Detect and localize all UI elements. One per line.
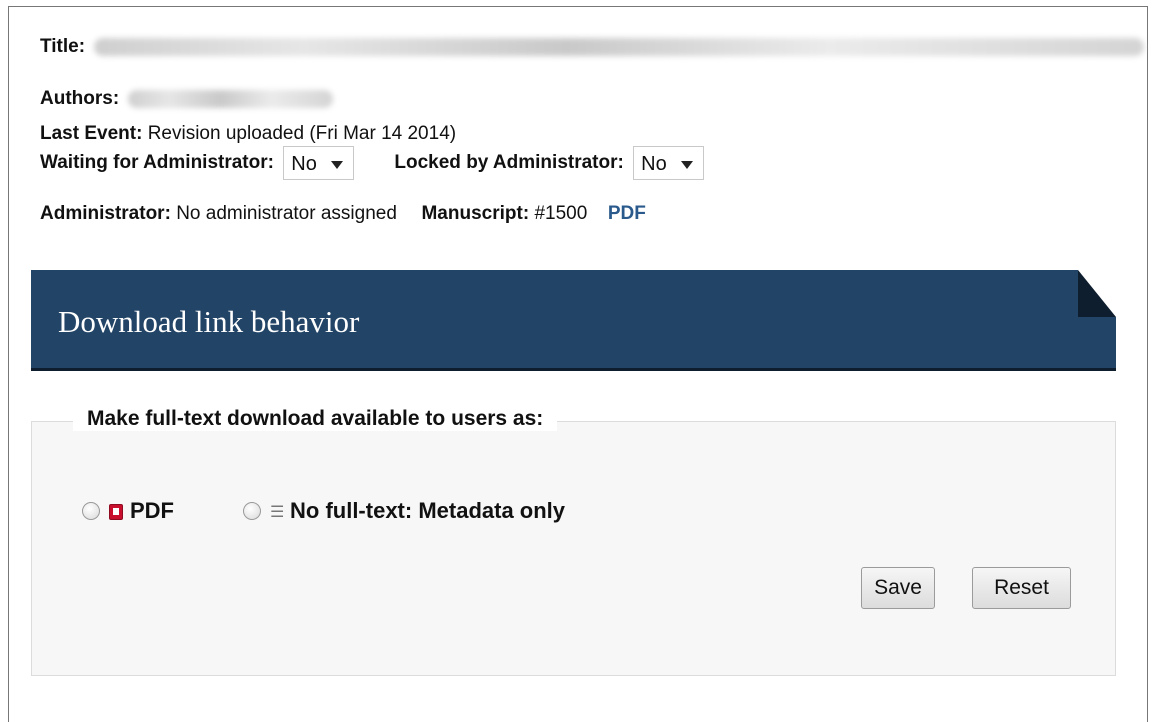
title-row: Title:	[40, 36, 1145, 58]
waiting-value: No	[291, 153, 317, 175]
radio-pdf[interactable]	[82, 502, 100, 520]
chevron-down-icon	[330, 161, 343, 169]
reset-button[interactable]: Reset	[972, 567, 1071, 609]
section-title: Download link behavior	[58, 304, 360, 339]
pdf-icon	[109, 504, 123, 520]
section-banner: Download link behavior	[31, 270, 1116, 371]
pdf-link[interactable]: PDF	[608, 203, 646, 224]
waiting-label: Waiting for Administrator:	[40, 152, 274, 174]
locked-value: No	[641, 153, 667, 175]
admin-row: Administrator: No administrator assigned…	[40, 203, 646, 225]
fieldset-legend: Make full-text download available to use…	[73, 407, 558, 431]
banner-fold	[1078, 270, 1116, 317]
manuscript-value: #1500	[534, 203, 588, 224]
administrator-label: Administrator:	[40, 203, 171, 224]
save-button[interactable]: Save	[861, 567, 935, 609]
waiting-select[interactable]: No	[283, 146, 354, 180]
list-icon: ☰	[270, 504, 285, 521]
option-metadata-label: No full-text: Metadata only	[290, 498, 566, 523]
manuscript-label: Manuscript:	[421, 203, 530, 224]
status-row: Waiting for Administrator: No Locked by …	[40, 146, 704, 180]
authors-label: Authors:	[40, 88, 120, 109]
title-label: Title:	[40, 36, 86, 57]
option-pdf-label: PDF	[130, 498, 174, 523]
last-event-label: Last Event:	[40, 123, 143, 144]
locked-select[interactable]: No	[633, 146, 704, 180]
chevron-down-icon	[680, 161, 693, 169]
authors-row: Authors:	[40, 88, 334, 110]
download-options-fieldset: Make full-text download available to use…	[31, 407, 1116, 676]
administrator-value: No administrator assigned	[176, 203, 397, 224]
redacted-authors	[128, 89, 334, 108]
locked-label: Locked by Administrator:	[394, 152, 624, 174]
last-event-row: Last Event: Revision uploaded (Fri Mar 1…	[40, 123, 456, 145]
last-event-value: Revision uploaded (Fri Mar 14 2014)	[147, 123, 457, 144]
radio-metadata-only[interactable]	[243, 502, 261, 520]
redacted-title	[94, 37, 1145, 56]
